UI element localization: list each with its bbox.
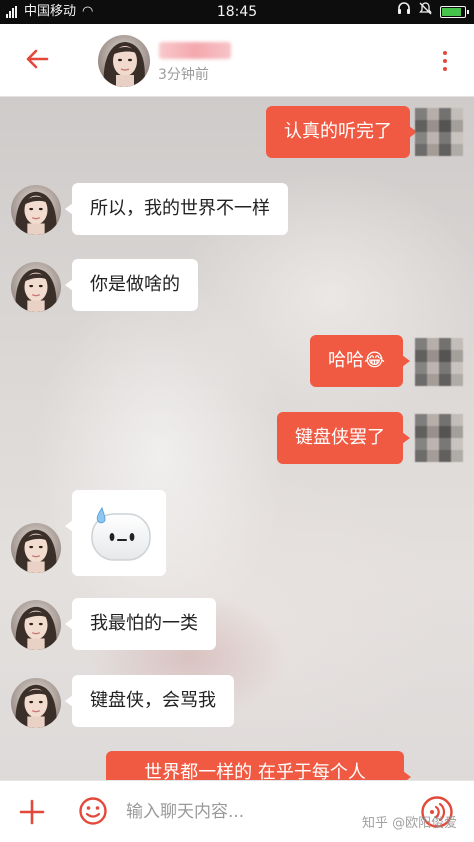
headset-icon: [397, 0, 411, 24]
emoji-icon: [79, 797, 107, 825]
back-button[interactable]: [22, 44, 52, 74]
status-right: [397, 0, 469, 24]
battery-icon: [440, 6, 469, 18]
contact-avatar-small[interactable]: [11, 185, 61, 235]
chat-area[interactable]: 认真的听完了 所以，我的世界不一样 你是做啥的 哈哈😂 键盘侠罢了 我最怕的一类…: [0, 97, 474, 780]
battery-fill: [442, 8, 461, 16]
message-bubble-received[interactable]: 所以，我的世界不一样: [65, 183, 288, 235]
contact-status: 3分钟前: [158, 67, 209, 83]
watermark: 知乎 @欧阳俊爱: [362, 816, 458, 831]
contact-avatar[interactable]: [98, 35, 150, 87]
message-bubble-received[interactable]: 我最怕的一类: [65, 598, 216, 650]
more-button[interactable]: [436, 46, 454, 76]
sweat-face-sticker-icon: [91, 506, 151, 561]
message-bubble-sent[interactable]: 键盘侠罢了: [277, 412, 410, 464]
contact-avatar-small[interactable]: [11, 262, 61, 312]
input-bar: [0, 780, 474, 842]
arrow-left-icon: [26, 49, 49, 69]
my-avatar[interactable]: [415, 338, 463, 386]
sticker-bubble[interactable]: [65, 490, 166, 576]
message-bubble-sent[interactable]: 哈哈😂: [309, 335, 411, 387]
plus-icon: [19, 799, 45, 825]
contact-avatar-small[interactable]: [11, 678, 61, 728]
message-bubble-sent[interactable]: 世界都一样的 在乎于每个人: [106, 751, 411, 780]
contact-avatar-small[interactable]: [11, 523, 61, 573]
contact-avatar-small[interactable]: [11, 600, 61, 650]
more-vertical-icon: [443, 51, 447, 55]
chat-input[interactable]: [126, 795, 356, 829]
status-bar: 中国移动 ◠ 18:45: [0, 0, 474, 24]
message-bubble-received[interactable]: 你是做啥的: [65, 259, 198, 311]
plus-button[interactable]: [18, 798, 46, 826]
contact-name-redacted: [159, 42, 231, 59]
message-bubble-received[interactable]: 键盘侠，会骂我: [65, 675, 234, 727]
my-avatar[interactable]: [415, 414, 463, 462]
message-bubble-sent[interactable]: 认真的听完了: [266, 106, 417, 158]
silent-icon: [419, 0, 432, 24]
chat-header: 3分钟前: [0, 24, 474, 97]
my-avatar[interactable]: [415, 108, 463, 156]
emoji-button[interactable]: [78, 796, 108, 826]
